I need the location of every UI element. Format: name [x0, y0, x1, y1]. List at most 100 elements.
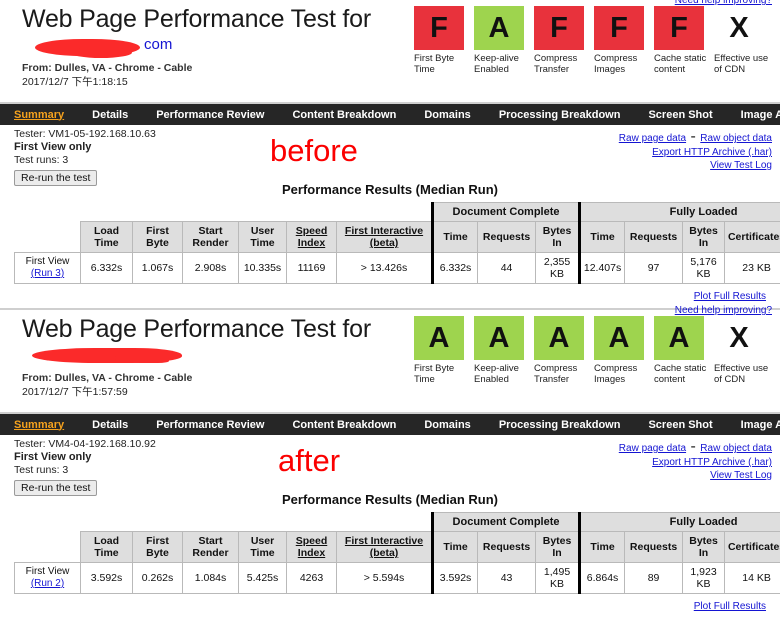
nav-item-domains[interactable]: Domains [424, 109, 470, 121]
nav-item-processing-breakdown[interactable]: Processing Breakdown [499, 419, 621, 431]
raw-object-data-link[interactable]: Raw object data [700, 443, 772, 454]
results-table-wrap-after: Document Complete Fully Loaded Load Time Fi… [0, 512, 780, 594]
rerun-test-button[interactable]: Re-run the test [14, 480, 98, 496]
grade-label-4: Cache static content [654, 53, 707, 75]
nav-item-details[interactable]: Details [92, 419, 128, 431]
column-header-8: Bytes In [535, 531, 581, 563]
test-location: From: Dulles, VA - Chrome - Cable [22, 372, 193, 384]
grade-column-2: F Compress Transfer [534, 6, 590, 75]
grade-column-3: F Compress Images [594, 6, 650, 75]
grade-box-1[interactable]: A [474, 6, 524, 50]
column-header-label[interactable]: Speed Index [296, 225, 328, 249]
value-cell-2: 1.084s [182, 562, 239, 594]
nav-item-screen-shot[interactable]: Screen Shot [648, 109, 712, 121]
raw-page-data-link[interactable]: Raw page data [619, 443, 686, 454]
meta-block-after: Tester: VM4-04-192.168.10.92 First View o… [0, 435, 780, 496]
right-links: Raw page data - Raw object data Export HT… [619, 438, 772, 482]
redaction-mark [70, 47, 132, 58]
column-header-label[interactable]: First Interactive (beta) [345, 535, 423, 559]
url-text: com [144, 36, 173, 53]
value-cell-11: 5,176 KB [682, 252, 726, 284]
grade-label-0: First Byte Time [414, 363, 455, 385]
nav-item-performance-review[interactable]: Performance Review [156, 109, 264, 121]
nav-item-content-breakdown[interactable]: Content Breakdown [292, 109, 396, 121]
report-header-after: Web Page Performance Test for From: Dulle… [0, 305, 780, 414]
nav-item-screen-shot[interactable]: Screen Shot [648, 419, 712, 431]
meta-block-before: Tester: VM1-05-192.168.10.63 First View o… [0, 125, 780, 186]
value-cell-2: 2.908s [182, 252, 239, 284]
value-cell-0: 3.592s [80, 562, 133, 594]
need-help-improving-link[interactable]: Need help improving? [675, 305, 772, 316]
column-header-9: Time [578, 221, 626, 253]
column-header-label[interactable]: First Interactive (beta) [345, 225, 423, 249]
nav-item-content-breakdown[interactable]: Content Breakdown [292, 419, 396, 431]
nav-item-image-analysis[interactable]: Image Analysis⧉ [741, 419, 780, 431]
grade-box-2[interactable]: F [534, 6, 584, 50]
column-header-4[interactable]: Speed Index [286, 531, 337, 563]
column-header-9: Time [578, 531, 626, 563]
rerun-test-button[interactable]: Re-run the test [14, 170, 98, 186]
nav-item-summary[interactable]: Summary [14, 109, 64, 121]
grade-label-5: Effective use of CDN [714, 53, 769, 75]
column-header-2: Start Render [182, 221, 239, 253]
results-table-wrap-before: Document Complete Fully Loaded Load Time Fi… [0, 202, 780, 284]
nav-item-processing-breakdown[interactable]: Processing Breakdown [499, 109, 621, 121]
navbar-after: Summary Details Performance Review Content … [0, 414, 780, 435]
export-har-link[interactable]: Export HTTP Archive (.har) [619, 146, 772, 159]
grade-box-3[interactable]: F [594, 6, 644, 50]
nav-item-summary[interactable]: Summary [14, 419, 64, 431]
column-header-3: User Time [238, 531, 287, 563]
value-cell-10: 97 [624, 252, 684, 284]
column-header-1: First Byte [132, 531, 183, 563]
plot-full-results-link[interactable]: Plot Full Results [694, 601, 766, 612]
nav-item-performance-review[interactable]: Performance Review [156, 419, 264, 431]
table-row: First View (Run 3) 6.332s 1.067s 2.908s 10.33… [14, 252, 780, 284]
grade-box-4[interactable]: F [654, 6, 704, 50]
grade-box-1[interactable]: A [474, 316, 524, 360]
row-label-cell: First View (Run 2) [14, 562, 81, 594]
navbar-before: Summary Details Performance Review Content … [0, 104, 780, 125]
nav-item-domains[interactable]: Domains [424, 419, 470, 431]
grade-box-3[interactable]: A [594, 316, 644, 360]
grade-box-2[interactable]: A [534, 316, 584, 360]
raw-object-data-link[interactable]: Raw object data [700, 133, 772, 144]
nav-item-details[interactable]: Details [92, 109, 128, 121]
column-header-4[interactable]: Speed Index [286, 221, 337, 253]
grade-label-5: Effective use of CDN [714, 363, 769, 385]
title-block: Web Page Performance Test for From: Dulle… [22, 314, 452, 399]
column-header-label[interactable]: Speed Index [296, 535, 328, 559]
grade-label-4: Cache static content [654, 363, 707, 385]
grade-column-5: X Effective use of CDN [714, 316, 770, 385]
column-header-5[interactable]: First Interactive (beta) [335, 531, 434, 563]
column-header-0: Load Time [80, 531, 133, 563]
column-header-5[interactable]: First Interactive (beta) [335, 221, 434, 253]
results-table: Document Complete Fully Loaded Load Time Fi… [14, 512, 780, 594]
page-title: Web Page Performance Test for [22, 315, 372, 343]
view-test-log-link[interactable]: View Test Log [619, 159, 772, 172]
page-title: Web Page Performance Test for [22, 5, 372, 33]
value-cell-12: 23 KB [724, 252, 780, 284]
view-test-log-link[interactable]: View Test Log [619, 469, 772, 482]
grade-box-5[interactable]: X [714, 316, 764, 360]
grade-box-0[interactable]: A [414, 316, 464, 360]
value-cell-3: 5.425s [238, 562, 287, 594]
plot-full-results-link[interactable]: Plot Full Results [694, 291, 766, 302]
title-block: Web Page Performance Test for com From: Du… [22, 4, 452, 89]
grade-label-2: Compress Transfer [534, 53, 578, 75]
raw-page-data-link[interactable]: Raw page data [619, 133, 686, 144]
grade-box-4[interactable]: A [654, 316, 704, 360]
column-header-7: Requests [477, 531, 537, 563]
group-header-document-complete: Document Complete [431, 512, 581, 532]
group-header-row: Document Complete Fully Loaded [15, 512, 780, 532]
grade-column-4: A Cache static content [654, 316, 710, 385]
value-cell-0: 6.332s [80, 252, 133, 284]
spacer-cell [15, 222, 81, 253]
run-link[interactable]: (Run 3) [31, 268, 64, 279]
group-header-fully-loaded: Fully Loaded [578, 202, 780, 222]
export-har-link[interactable]: Export HTTP Archive (.har) [619, 456, 772, 469]
spacer-cell [15, 532, 81, 563]
grade-box-0[interactable]: F [414, 6, 464, 50]
run-link[interactable]: (Run 2) [31, 578, 64, 589]
nav-item-image-analysis[interactable]: Image Analysis⧉ [741, 109, 780, 121]
grade-box-5[interactable]: X [714, 6, 764, 50]
